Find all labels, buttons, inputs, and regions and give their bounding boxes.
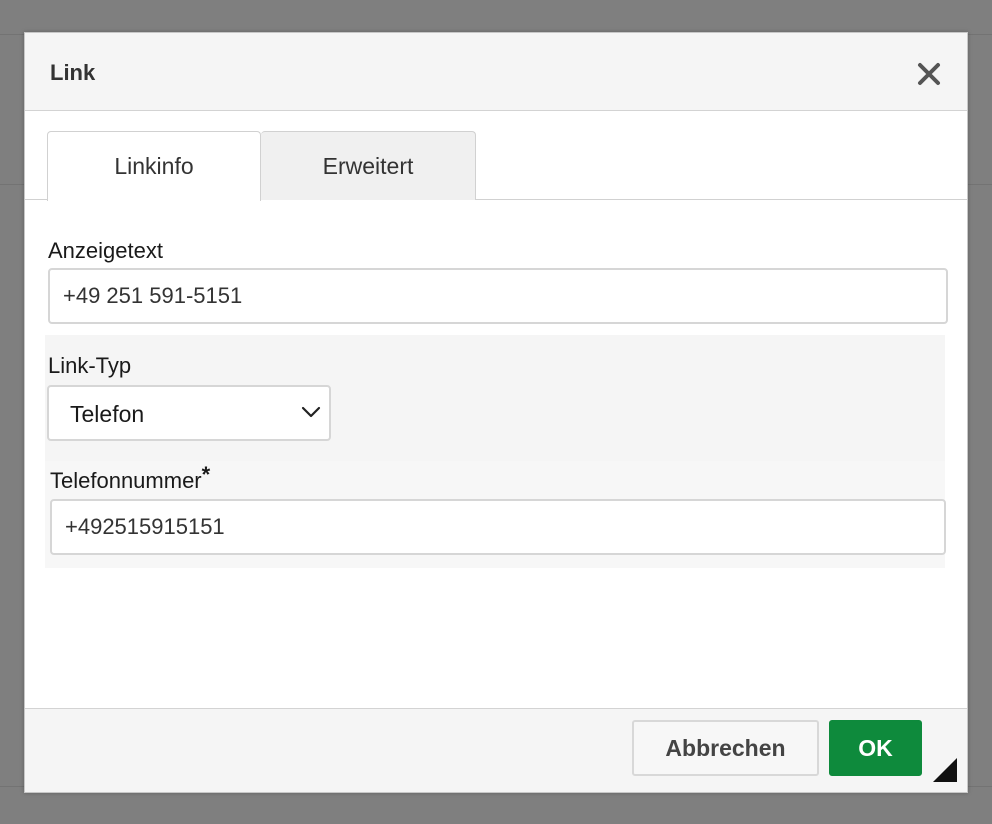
link-type-section: Link-Typ Telefon [45, 335, 945, 461]
phone-number-label: Telefonnummer* [50, 462, 210, 494]
cancel-button[interactable]: Abbrechen [632, 720, 819, 776]
link-type-label: Link-Typ [48, 353, 132, 378]
display-text-input[interactable] [48, 268, 948, 324]
link-dialog: Link Linkinfo Erweitert Anzeigetext Link… [24, 32, 968, 793]
tab-erweitert[interactable]: Erweitert [261, 131, 476, 200]
link-type-selected-value: Telefon [70, 401, 145, 427]
chevron-down-icon [301, 406, 321, 418]
resize-handle-icon[interactable] [933, 758, 957, 782]
display-text-label: Anzeigetext [48, 238, 163, 263]
dialog-title: Link [50, 60, 96, 85]
required-marker: * [201, 462, 211, 487]
tab-linkinfo[interactable]: Linkinfo [47, 131, 261, 201]
dialog-header: Link [25, 33, 967, 111]
phone-number-section: Telefonnummer* [45, 461, 946, 568]
close-icon[interactable] [917, 62, 941, 86]
link-type-select[interactable]: Telefon [47, 385, 331, 441]
tab-bar: Linkinfo Erweitert [25, 111, 967, 201]
phone-number-label-text: Telefonnummer [50, 468, 202, 493]
dialog-footer: Abbrechen OK [25, 708, 967, 792]
ok-button[interactable]: OK [829, 720, 922, 776]
phone-number-input[interactable] [50, 499, 946, 555]
